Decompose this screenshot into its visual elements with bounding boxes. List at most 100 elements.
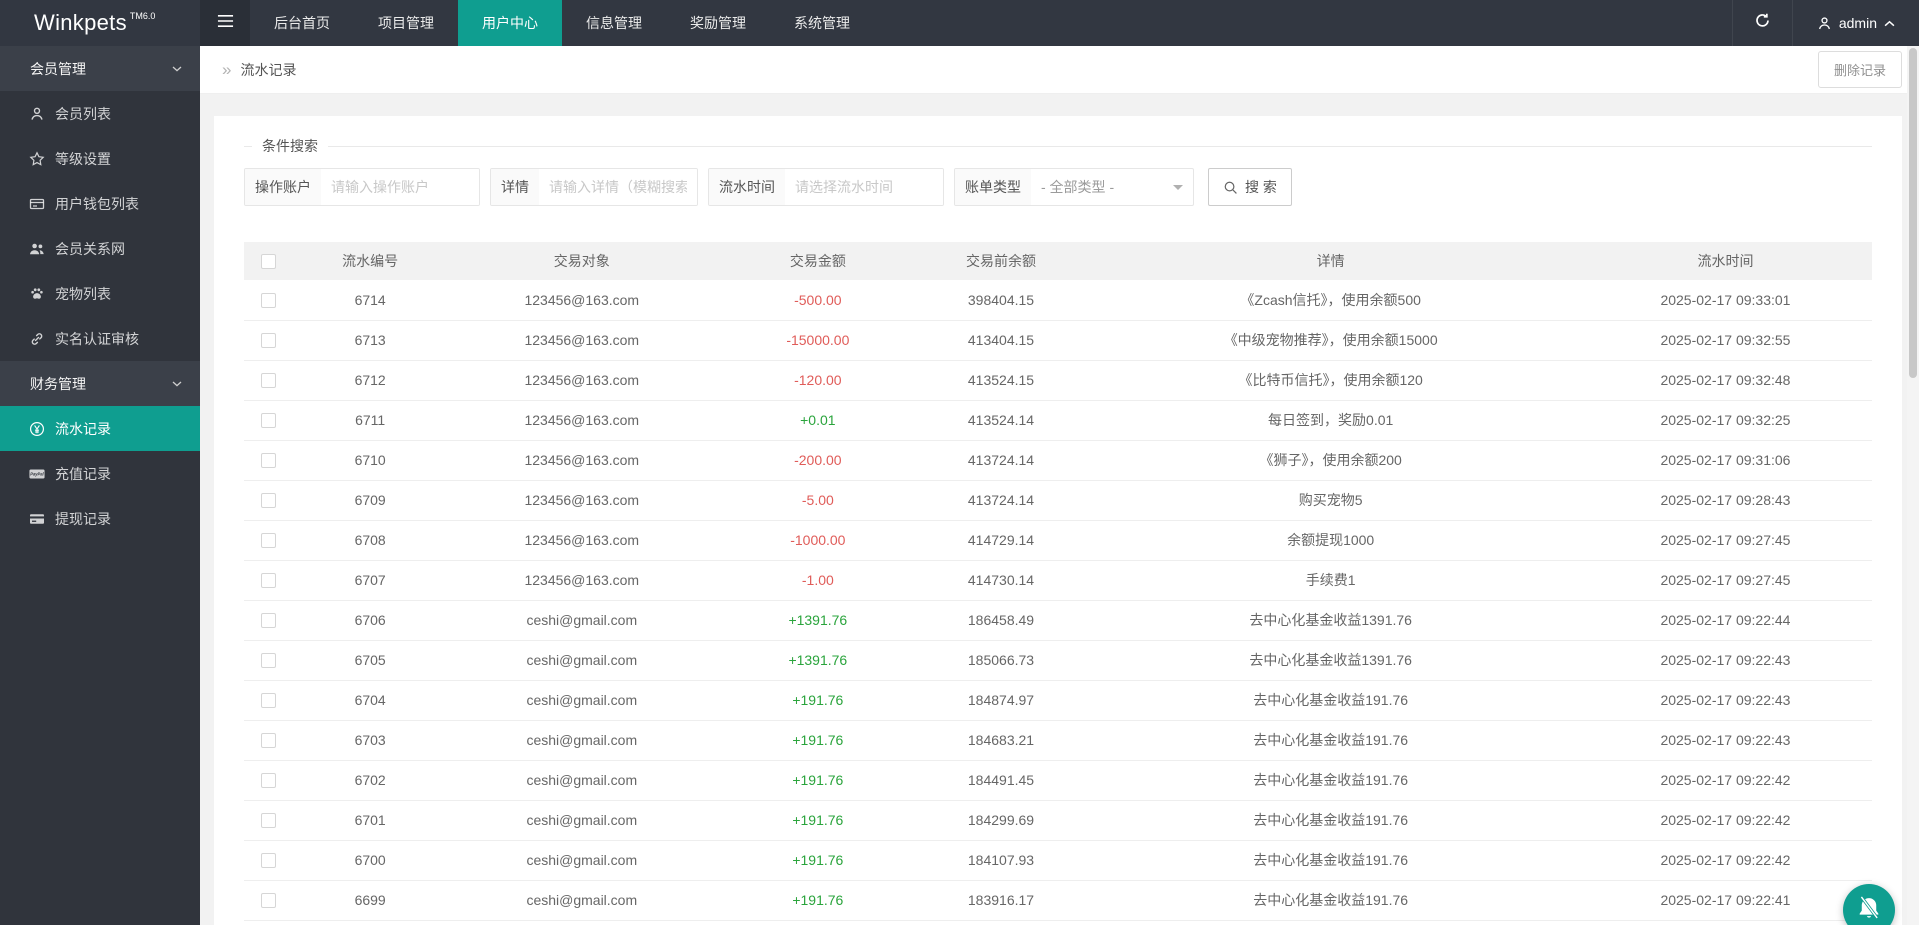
breadcrumb-bar: » 流水记录 删除记录: [200, 46, 1919, 94]
type-field-label: 账单类型: [955, 169, 1031, 205]
nav-item-2[interactable]: 项目管理: [354, 0, 458, 46]
row-checkbox[interactable]: [261, 333, 276, 348]
sidebar-item[interactable]: PayPal充值记录: [0, 451, 200, 496]
cell-balance: 413524.15: [920, 360, 1083, 400]
cell-balance: 183724.41: [920, 920, 1083, 925]
cell-serial: 6706: [293, 600, 448, 640]
sidebar-item-label: 用户钱包列表: [55, 194, 139, 214]
row-checkbox[interactable]: [261, 573, 276, 588]
cell-time: 2025-02-17 09:28:43: [1579, 480, 1872, 520]
cell-detail: 去中心化基金收益191.76: [1082, 760, 1579, 800]
cell-checkbox: [244, 920, 293, 925]
users-icon: [29, 241, 45, 257]
select-all-checkbox[interactable]: [261, 254, 276, 269]
row-checkbox[interactable]: [261, 373, 276, 388]
cell-balance: 413724.14: [920, 440, 1083, 480]
cell-checkbox: [244, 720, 293, 760]
sidebar-item[interactable]: 用户钱包列表: [0, 181, 200, 226]
search-row: 操作账户 详情 流水时间 账单类型 - 全部类型 -: [244, 168, 1872, 206]
search-button[interactable]: 搜 索: [1208, 168, 1292, 206]
sidebar-item[interactable]: 宠物列表: [0, 271, 200, 316]
nav-item-4[interactable]: 信息管理: [562, 0, 666, 46]
star-icon: [29, 151, 45, 167]
account-input[interactable]: [321, 169, 479, 205]
table-row: 6698ceshi@gmail.com+191.76183724.41去中心化基…: [244, 920, 1872, 925]
sidebar-item[interactable]: 等级设置: [0, 136, 200, 181]
sidebar-item-label: 流水记录: [55, 419, 111, 439]
cell-account: ceshi@gmail.com: [447, 920, 716, 925]
scrollbar-thumb[interactable]: [1909, 48, 1917, 378]
search-group-account: 操作账户: [244, 168, 480, 206]
sidebar-item[interactable]: 实名认证审核: [0, 316, 200, 361]
nav-item-1[interactable]: 后台首页: [250, 0, 354, 46]
row-checkbox[interactable]: [261, 453, 276, 468]
sidebar-group-title-2[interactable]: 财务管理: [0, 361, 200, 406]
cell-serial: 6703: [293, 720, 448, 760]
cell-detail: 去中心化基金收益191.76: [1082, 840, 1579, 880]
cell-checkbox: [244, 760, 293, 800]
cell-account: ceshi@gmail.com: [447, 840, 716, 880]
detail-input[interactable]: [539, 169, 697, 205]
row-checkbox[interactable]: [261, 493, 276, 508]
sidebar-group-label: 会员管理: [30, 59, 86, 79]
sidebar-item[interactable]: 会员关系网: [0, 226, 200, 271]
row-checkbox[interactable]: [261, 853, 276, 868]
row-checkbox[interactable]: [261, 653, 276, 668]
sidebar-group-title-1[interactable]: 会员管理: [0, 46, 200, 91]
delete-records-button[interactable]: 删除记录: [1818, 51, 1902, 88]
row-checkbox[interactable]: [261, 693, 276, 708]
cell-amount: +1391.76: [716, 600, 920, 640]
cell-serial: 6709: [293, 480, 448, 520]
user-icon: [1817, 16, 1832, 31]
row-checkbox[interactable]: [261, 893, 276, 908]
refresh-icon: [1754, 12, 1771, 34]
sidebar-toggle-button[interactable]: [200, 0, 250, 46]
time-input[interactable]: [785, 169, 943, 205]
row-checkbox[interactable]: [261, 733, 276, 748]
chevron-down-icon: [172, 381, 182, 387]
cell-checkbox: [244, 840, 293, 880]
nav-item-6[interactable]: 系统管理: [770, 0, 874, 46]
cell-account: 123456@163.com: [447, 320, 716, 360]
cell-checkbox: [244, 480, 293, 520]
cell-checkbox: [244, 400, 293, 440]
sidebar-item-label: 宠物列表: [55, 284, 111, 304]
table-row: 6704ceshi@gmail.com+191.76184874.97去中心化基…: [244, 680, 1872, 720]
row-checkbox[interactable]: [261, 533, 276, 548]
search-group-time: 流水时间: [708, 168, 944, 206]
table-row: 6710123456@163.com-200.00413724.14《狮子》，使…: [244, 440, 1872, 480]
cell-serial: 6713: [293, 320, 448, 360]
cell-checkbox: [244, 560, 293, 600]
bill-type-select[interactable]: - 全部类型 -: [1031, 169, 1193, 205]
cell-detail: 去中心化基金收益191.76: [1082, 800, 1579, 840]
cell-balance: 184299.69: [920, 800, 1083, 840]
cell-checkbox: [244, 320, 293, 360]
table-row: 6705ceshi@gmail.com+1391.76185066.73去中心化…: [244, 640, 1872, 680]
search-group-type: 账单类型 - 全部类型 -: [954, 168, 1194, 206]
user-menu[interactable]: admin: [1792, 0, 1919, 46]
row-checkbox[interactable]: [261, 293, 276, 308]
vertical-scrollbar[interactable]: [1907, 46, 1919, 925]
cell-account: ceshi@gmail.com: [447, 880, 716, 920]
row-checkbox[interactable]: [261, 773, 276, 788]
cell-checkbox: [244, 440, 293, 480]
table-row: 6701ceshi@gmail.com+191.76184299.69去中心化基…: [244, 800, 1872, 840]
row-checkbox[interactable]: [261, 813, 276, 828]
header-right: admin: [1732, 0, 1919, 46]
header-detail: 详情: [1082, 242, 1579, 280]
nav-item-5[interactable]: 奖励管理: [666, 0, 770, 46]
refresh-button[interactable]: [1732, 0, 1792, 46]
cell-amount: +1391.76: [716, 640, 920, 680]
row-checkbox[interactable]: [261, 613, 276, 628]
cell-balance: 413524.14: [920, 400, 1083, 440]
top-header: Winkpets TM6.0 后台首页项目管理用户中心信息管理奖励管理系统管理 …: [0, 0, 1919, 46]
cell-time: 2025-02-17 09:22:41: [1579, 920, 1872, 925]
table-row: 6713123456@163.com-15000.00413404.15《中级宠…: [244, 320, 1872, 360]
table-row: 6709123456@163.com-5.00413724.14购买宠物5202…: [244, 480, 1872, 520]
sidebar-item[interactable]: 流水记录: [0, 406, 200, 451]
hamburger-icon: [217, 14, 234, 33]
row-checkbox[interactable]: [261, 413, 276, 428]
nav-item-3[interactable]: 用户中心: [458, 0, 562, 46]
sidebar-item[interactable]: 会员列表: [0, 91, 200, 136]
sidebar-item[interactable]: 提现记录: [0, 496, 200, 541]
